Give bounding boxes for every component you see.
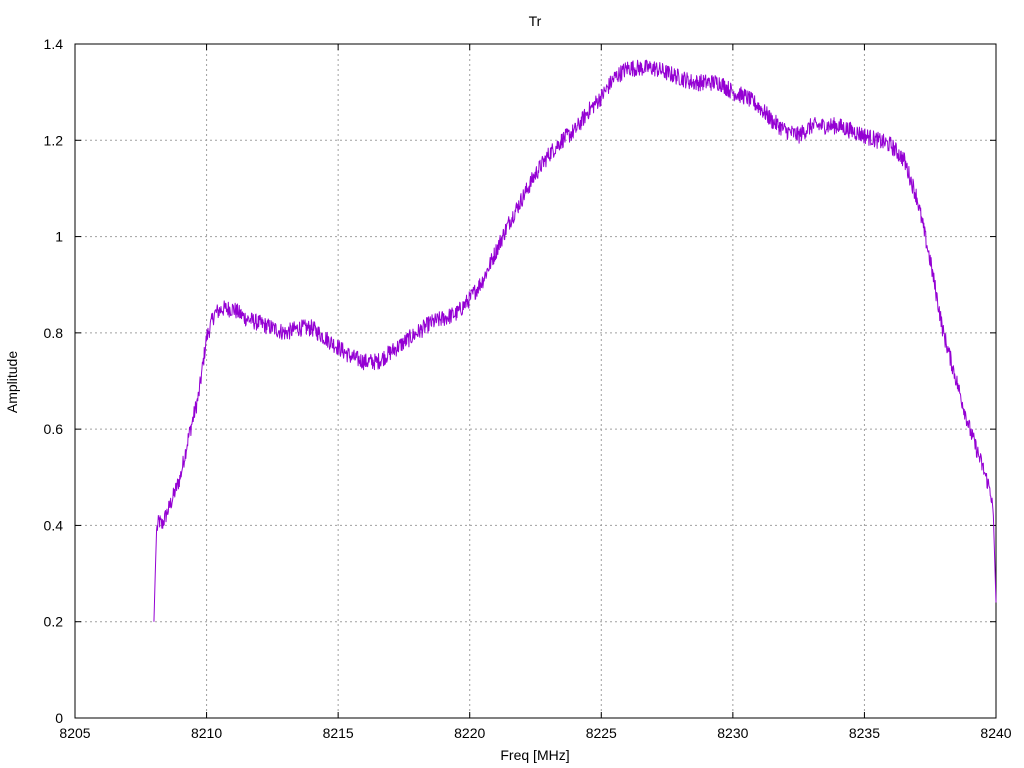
x-tick-label: 8210 (191, 725, 222, 741)
y-tick-label: 1 (55, 229, 63, 245)
x-tick-label: 8240 (980, 725, 1011, 741)
y-tick-label: 1.2 (44, 132, 64, 148)
chart-background (0, 0, 1024, 768)
y-tick-label: 0.8 (44, 325, 64, 341)
x-tick-label: 8215 (323, 725, 354, 741)
x-tick-label: 8230 (717, 725, 748, 741)
chart-title: Tr (529, 13, 542, 29)
y-tick-label: 1.4 (44, 36, 64, 52)
y-tick-label: 0.2 (44, 614, 64, 630)
x-axis-title: Freq [MHz] (500, 747, 569, 763)
x-tick-label: 8225 (586, 725, 617, 741)
x-tick-label: 8220 (454, 725, 485, 741)
x-tick-label: 8205 (59, 725, 90, 741)
y-axis-title: Amplitude (4, 351, 20, 413)
x-tick-label: 8235 (849, 725, 880, 741)
y-tick-label: 0 (55, 710, 63, 726)
y-tick-label: 0.6 (44, 421, 64, 437)
y-tick-label: 0.4 (44, 517, 64, 533)
chart: 8205 8210 8215 8220 8225 8230 8235 8240 0 0.2 0.4 0… (0, 0, 1024, 768)
